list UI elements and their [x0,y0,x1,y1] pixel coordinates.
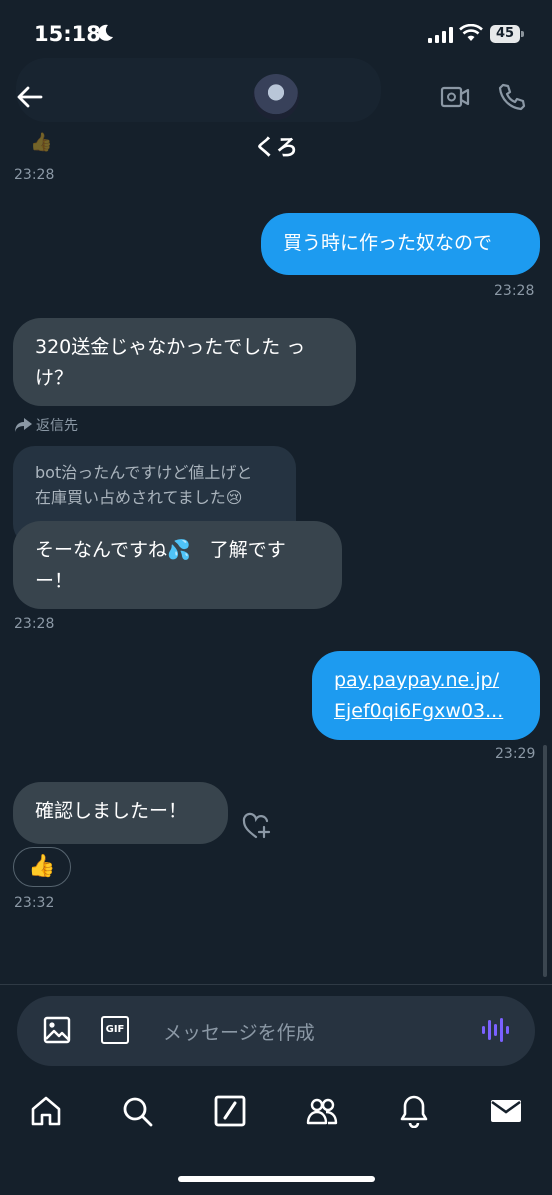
message-time: 23:32 [14,895,55,911]
quoted-text: 在庫買い占めされてました😢 [35,488,243,507]
scrollbar[interactable] [543,745,547,977]
message-text: ー！ [35,570,74,592]
messages-icon[interactable] [489,1094,523,1128]
phone-icon[interactable] [497,82,527,112]
message-text: 買う時に作った奴なので [283,232,493,254]
link-text[interactable]: Ejef0qi6Fgxw03... [334,696,518,727]
search-icon[interactable] [120,1094,154,1128]
reply-label: 返信先 [36,418,78,434]
faded-previous-message [16,58,381,122]
status-time: 15:18 [34,22,101,46]
add-reaction-icon[interactable] [242,812,272,840]
faded-reaction: 👍 [30,132,53,153]
back-arrow-icon[interactable] [14,82,44,112]
message-time: 23:28 [14,616,55,632]
notifications-icon[interactable] [397,1094,431,1128]
home-indicator [178,1176,375,1182]
gif-icon[interactable]: GIF [101,1016,129,1044]
moon-icon [98,24,113,41]
message-text: 320送金じゃなかったでした っ [35,336,306,358]
reply-icon [15,418,32,432]
image-icon[interactable] [43,1016,71,1044]
message-time: 23:29 [495,746,536,762]
incoming-message[interactable]: そーなんですね💦 了解です ー！ [13,521,342,609]
outgoing-link-message[interactable]: pay.paypay.ne.jp/ Ejef0qi6Fgxw03... [312,651,540,740]
divider [0,984,552,985]
message-text: そーなんですね💦 了解です [35,539,286,561]
contact-name[interactable]: くろ [0,130,552,162]
gif-label: GIF [105,1024,125,1035]
message-text: け？ [35,367,74,389]
outgoing-message[interactable]: 買う時に作った奴なので [261,213,540,275]
avatar[interactable] [253,74,299,120]
home-icon[interactable] [29,1094,63,1128]
quoted-text: bot治ったんですけど値上げと [35,463,253,482]
message-time: 23:28 [494,283,535,299]
message-input[interactable]: メッセージを作成 [163,1018,315,1045]
reaction-badge[interactable]: 👍 [13,847,71,887]
incoming-message[interactable]: 確認しましたー！ [13,782,228,844]
signal-icon [428,27,453,43]
voice-icon[interactable] [481,1017,509,1043]
battery-indicator: 45 [490,25,520,43]
link-text[interactable]: pay.paypay.ne.jp/ [334,665,518,696]
compose-icon[interactable] [213,1094,247,1128]
video-call-icon[interactable] [440,84,470,110]
battery-nub [521,31,524,37]
message-text: 確認しましたー！ [35,800,188,822]
message-time: 23:28 [14,167,55,183]
communities-icon[interactable] [305,1094,339,1128]
wifi-icon [459,24,483,41]
incoming-message[interactable]: 320送金じゃなかったでした っ け？ [13,318,356,406]
